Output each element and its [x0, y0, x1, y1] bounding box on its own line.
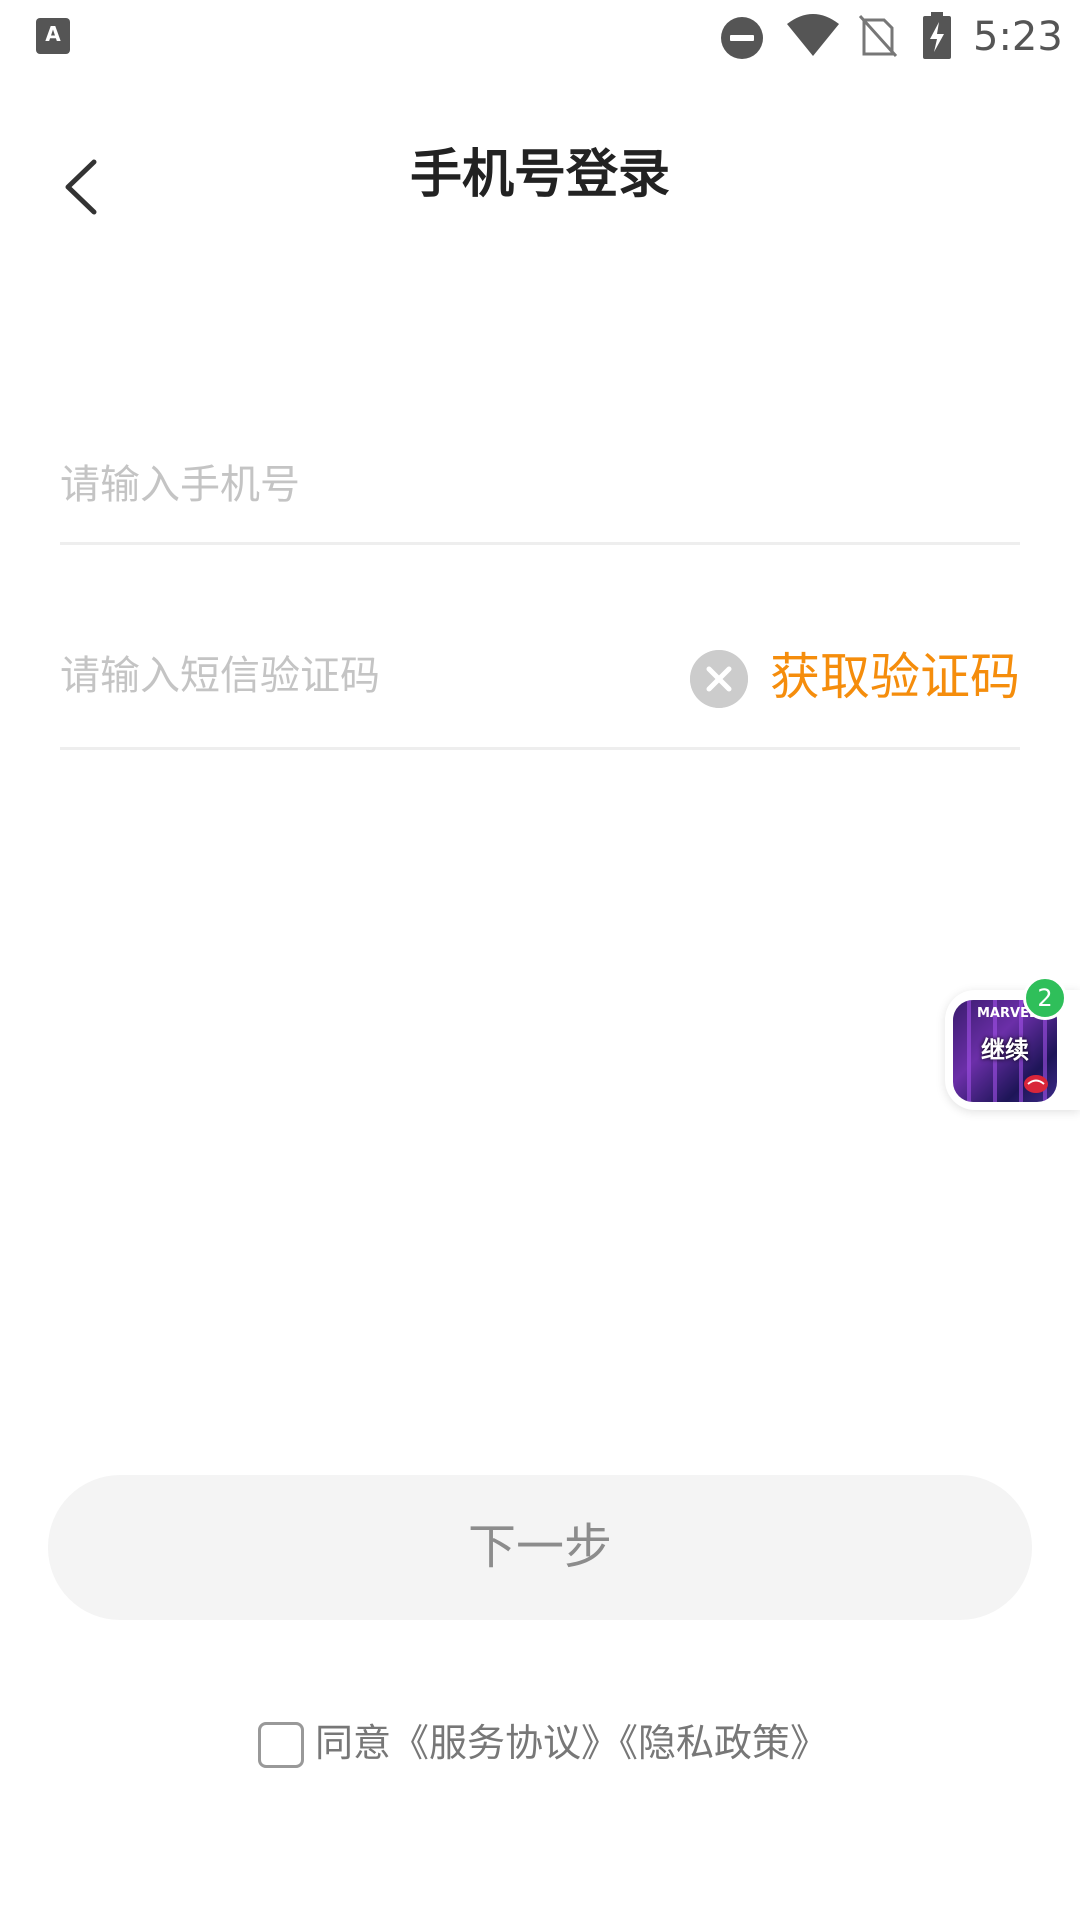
status-time: 5:23: [973, 14, 1063, 60]
continue-label: 继续: [981, 1036, 1029, 1064]
do-not-disturb-icon: [721, 17, 763, 59]
agreement-text: 同意《服务协议》《隐私政策》: [315, 1718, 828, 1768]
next-step-button[interactable]: 下一步: [48, 1475, 1032, 1620]
no-sim-icon: [858, 14, 898, 58]
netease-logo-icon: [1024, 1075, 1048, 1093]
phone-field: [60, 425, 1020, 545]
battery-charging-icon: [923, 12, 951, 59]
sms-code-field: 获取验证码: [60, 630, 1020, 750]
privacy-policy-link[interactable]: 《隐私政策》: [619, 1721, 828, 1765]
service-agreement-link[interactable]: 《服务协议》: [391, 1721, 619, 1765]
status-bar: A 5:23: [0, 0, 1080, 74]
phone-divider: [60, 542, 1020, 545]
clear-input-button[interactable]: [690, 650, 748, 708]
floating-game-widget[interactable]: MARVEL 继续 2: [945, 976, 1080, 1110]
phone-input[interactable]: [60, 445, 1020, 525]
agree-checkbox[interactable]: [258, 1722, 304, 1768]
get-code-button[interactable]: 获取验证码: [770, 642, 1020, 712]
sms-code-input[interactable]: [60, 636, 660, 716]
notification-count-badge: 2: [1023, 976, 1067, 1020]
wifi-icon: [787, 14, 839, 56]
agreement-row: 同意《服务协议》《隐私政策》: [0, 1718, 1080, 1778]
page-title: 手机号登录: [409, 145, 670, 205]
sms-code-divider: [60, 747, 1020, 750]
agree-prefix: 同意: [315, 1721, 392, 1765]
notification-app-icon: A: [36, 18, 70, 54]
